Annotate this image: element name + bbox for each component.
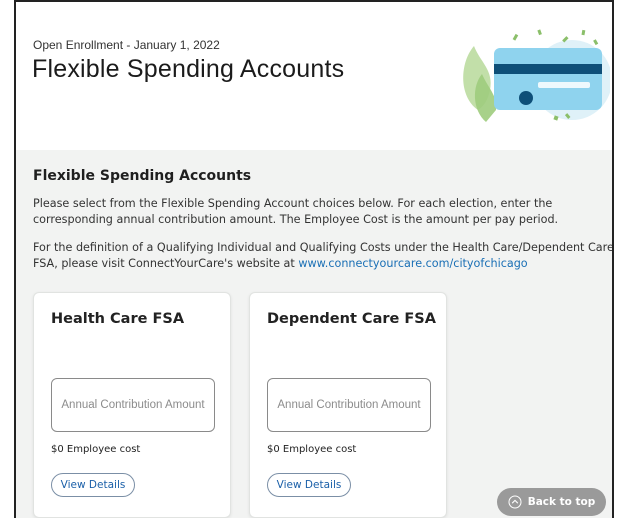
- back-to-top-label: Back to top: [527, 496, 596, 508]
- connectyourcare-link[interactable]: www.connectyourcare.com/cityofchicago: [298, 257, 527, 270]
- definition-paragraph: For the definition of a Qualifying Indiv…: [33, 240, 612, 272]
- health-care-contribution-input[interactable]: [51, 378, 215, 432]
- view-details-button[interactable]: View Details: [267, 473, 351, 497]
- enrollment-subtitle: Open Enrollment - January 1, 2022: [33, 38, 220, 52]
- instructions-paragraph: Please select from the Flexible Spending…: [33, 197, 559, 226]
- dependent-care-contribution-input[interactable]: [267, 378, 431, 432]
- card-title: Dependent Care FSA: [267, 311, 436, 327]
- back-to-top-button[interactable]: Back to top: [497, 488, 606, 516]
- page-header: Open Enrollment - January 1, 2022 Flexib…: [16, 2, 612, 150]
- health-care-fsa-card: Health Care FSA $0 Employee cost View De…: [33, 292, 231, 518]
- section-title: Flexible Spending Accounts: [33, 168, 252, 184]
- credit-card-illustration: [463, 29, 610, 122]
- dependent-care-fsa-card: Dependent Care FSA $0 Employee cost View…: [249, 292, 447, 518]
- employee-cost: $0 Employee cost: [267, 444, 357, 455]
- employee-cost: $0 Employee cost: [51, 444, 141, 455]
- chevron-up-circle-icon: [508, 495, 522, 509]
- fsa-content: Flexible Spending Accounts Please select…: [16, 150, 612, 518]
- card-title: Health Care FSA: [51, 311, 185, 327]
- page-title: Flexible Spending Accounts: [32, 55, 345, 83]
- view-details-button[interactable]: View Details: [51, 473, 135, 497]
- page-frame: Open Enrollment - January 1, 2022 Flexib…: [14, 0, 614, 518]
